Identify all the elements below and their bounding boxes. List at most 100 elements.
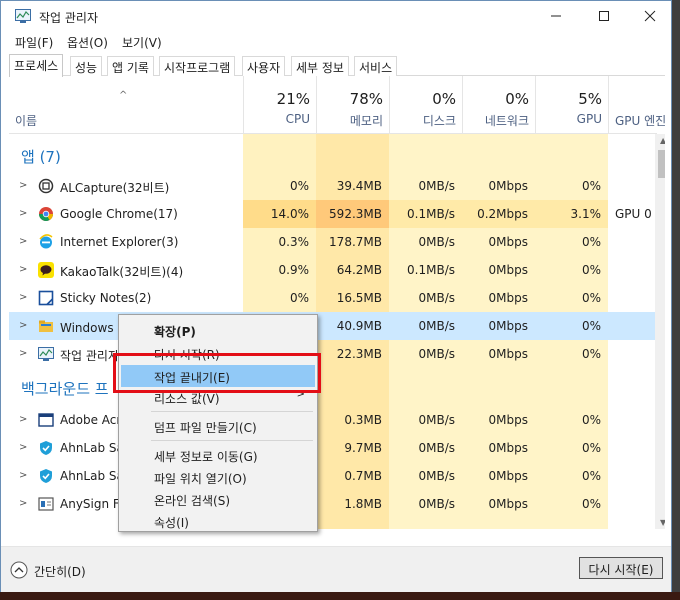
tab-app-history[interactable]: 앱 기록 [107,56,154,76]
network-value: 0Mbps [488,347,528,361]
table-row[interactable]: > Internet Explorer(3) 0.3% 178.7MB 0MB/… [9,228,657,256]
gpu-value: 0% [581,347,601,361]
memory-value: 9.7MB [344,441,382,455]
process-name: Sticky Notes(2) [60,291,152,305]
menu-separator [151,440,313,441]
network-total-value: 0% [505,90,529,108]
memory-value: 39.4MB [336,179,382,193]
title-bar[interactable]: 작업 관리자 [1,1,671,31]
sort-up-icon: ^ [119,90,128,101]
ahnlab-shield-icon [40,469,52,483]
disk-value: 0.1MB/s [407,263,455,277]
table-row[interactable]: > Adobe Acro 0.3MB 0MB/s 0Mbps 0% [9,406,657,434]
disk-total-value: 0% [432,90,456,108]
ahnlab-shield-icon [40,441,52,455]
expand-chevron-icon[interactable]: > [19,236,27,247]
column-name[interactable]: 이름 [15,112,37,129]
anysign-icon [38,497,54,511]
desktop-background-right [672,0,680,600]
table-row[interactable]: > KakaoTalk(32비트)(4) 0.9% 64.2MB 0.1MB/s… [9,256,657,284]
gpu-value: 0% [581,441,601,455]
network-value: 0Mbps [488,179,528,193]
table-row[interactable]: > ALCapture(32비트) 0% 39.4MB 0MB/s 0Mbps … [9,172,657,200]
process-name: Google Chrome(17) [60,207,178,221]
memory-value: 178.7MB [329,235,382,249]
table-row[interactable]: > AnySign Fo 1.8MB 0MB/s 0Mbps 0% [9,490,657,518]
context-menu-expand[interactable]: 확장(P) [121,319,315,341]
collapse-chevron-icon[interactable] [10,561,28,579]
expand-chevron-icon[interactable]: > [19,320,27,331]
gpu-total-value: 5% [578,90,602,108]
cpu-value: 14.0% [270,207,309,221]
disk-value: 0MB/s [418,235,455,249]
process-name: AnySign Fo [60,497,127,511]
expand-chevron-icon[interactable]: > [19,208,27,219]
tab-startup[interactable]: 시작프로그램 [159,56,236,76]
menu-options[interactable]: 옵션(O) [67,34,108,51]
menu-view[interactable]: 보기(V) [122,34,162,51]
table-row[interactable]: > AhnLab Saf 0.7MB 0MB/s 0Mbps 0% [9,462,657,490]
context-menu-search-online[interactable]: 온라인 검색(S) [121,488,315,510]
memory-value: 64.2MB [336,263,382,277]
table-row[interactable]: > Sticky Notes(2) 0% 16.5MB 0MB/s 0Mbps … [9,284,657,312]
scroll-up-arrow-icon[interactable]: ▲ [660,136,665,145]
memory-value: 16.5MB [336,291,382,305]
expand-chevron-icon[interactable]: > [19,442,27,453]
close-icon [644,10,656,22]
memory-value: 1.8MB [344,497,382,511]
expand-chevron-icon[interactable]: > [19,264,27,275]
tab-services[interactable]: 서비스 [354,56,398,76]
expand-chevron-icon[interactable]: > [19,348,27,359]
network-value: 0Mbps [488,469,528,483]
table-row-selected[interactable]: > Windows 탐 40.9MB 0MB/s 0Mbps 0% [9,312,657,340]
cpu-total-value: 21% [276,90,310,108]
context-menu: 확장(P) 다시 시작(R) 작업 끝내기(E) 리소스 값(V) > 덤프 파… [118,314,318,532]
menu-file[interactable]: 파일(F) [15,34,53,51]
collapse-link[interactable]: 간단히(D) [34,563,86,580]
gpu-value: 0% [581,263,601,277]
expand-chevron-icon[interactable]: > [19,498,27,509]
table-row[interactable]: > AhnLab Saf 9.7MB 0MB/s 0Mbps 0% [9,434,657,462]
column-gpu[interactable]: 5% GPU [535,76,608,134]
restart-button[interactable]: 다시 시작(E) [579,557,663,579]
context-menu-open-file-location[interactable]: 파일 위치 열기(O) [121,466,315,488]
column-cpu[interactable]: 21% CPU [243,76,316,134]
process-list: ^ 이름 21% CPU 78% 메모리 0% 디스크 0% 네트워크 5% G… [9,76,665,529]
minimize-icon [551,15,561,17]
column-network[interactable]: 0% 네트워크 [462,76,535,134]
disk-value: 0MB/s [418,497,455,511]
scroll-down-arrow-icon[interactable]: ▼ [660,518,665,527]
network-value: 0Mbps [488,235,528,249]
context-menu-properties[interactable]: 속성(I) [121,510,315,532]
tab-details[interactable]: 세부 정보 [291,56,349,76]
tab-performance[interactable]: 성능 [70,56,103,76]
tab-processes[interactable]: 프로세스 [9,54,64,77]
desktop-background-bottom [0,592,680,600]
tab-users[interactable]: 사용자 [242,56,286,76]
internet-explorer-icon [39,234,53,249]
window-app-icon [38,413,54,427]
column-memory[interactable]: 78% 메모리 [316,76,389,134]
disk-value: 0MB/s [418,291,455,305]
close-button[interactable] [627,1,673,31]
minimize-button[interactable] [533,1,579,31]
column-disk[interactable]: 0% 디스크 [389,76,462,134]
table-row[interactable]: > 작업 관리자 22.3MB 0MB/s 0Mbps 0% [9,340,657,368]
expand-chevron-icon[interactable]: > [19,180,27,191]
vertical-scrollbar[interactable]: ▲ ▼ [655,134,665,529]
expand-chevron-icon[interactable]: > [19,292,27,303]
column-gpu-engine[interactable]: GPU 엔진 [608,76,665,134]
scrollbar-thumb[interactable] [658,150,665,178]
context-menu-create-dump[interactable]: 덤프 파일 만들기(C) [121,415,315,437]
task-manager-window: 작업 관리자 파일(F) 옵션(O) 보기(V) 프로세스 성능 앱 기록 시작… [0,0,672,592]
maximize-button[interactable] [581,1,627,31]
menu-separator [151,411,313,412]
tab-strip: 프로세스 성능 앱 기록 시작프로그램 사용자 세부 정보 서비스 [9,54,665,77]
table-row[interactable]: > Google Chrome(17) 14.0% 592.3MB 0.1MB/… [9,200,660,228]
expand-chevron-icon[interactable]: > [19,470,27,481]
network-value: 0Mbps [488,319,528,333]
kakaotalk-icon [38,262,54,278]
expand-chevron-icon[interactable]: > [19,414,27,425]
network-value: 0.2Mbps [477,207,528,221]
context-menu-go-to-details[interactable]: 세부 정보로 이동(G) [121,444,315,466]
